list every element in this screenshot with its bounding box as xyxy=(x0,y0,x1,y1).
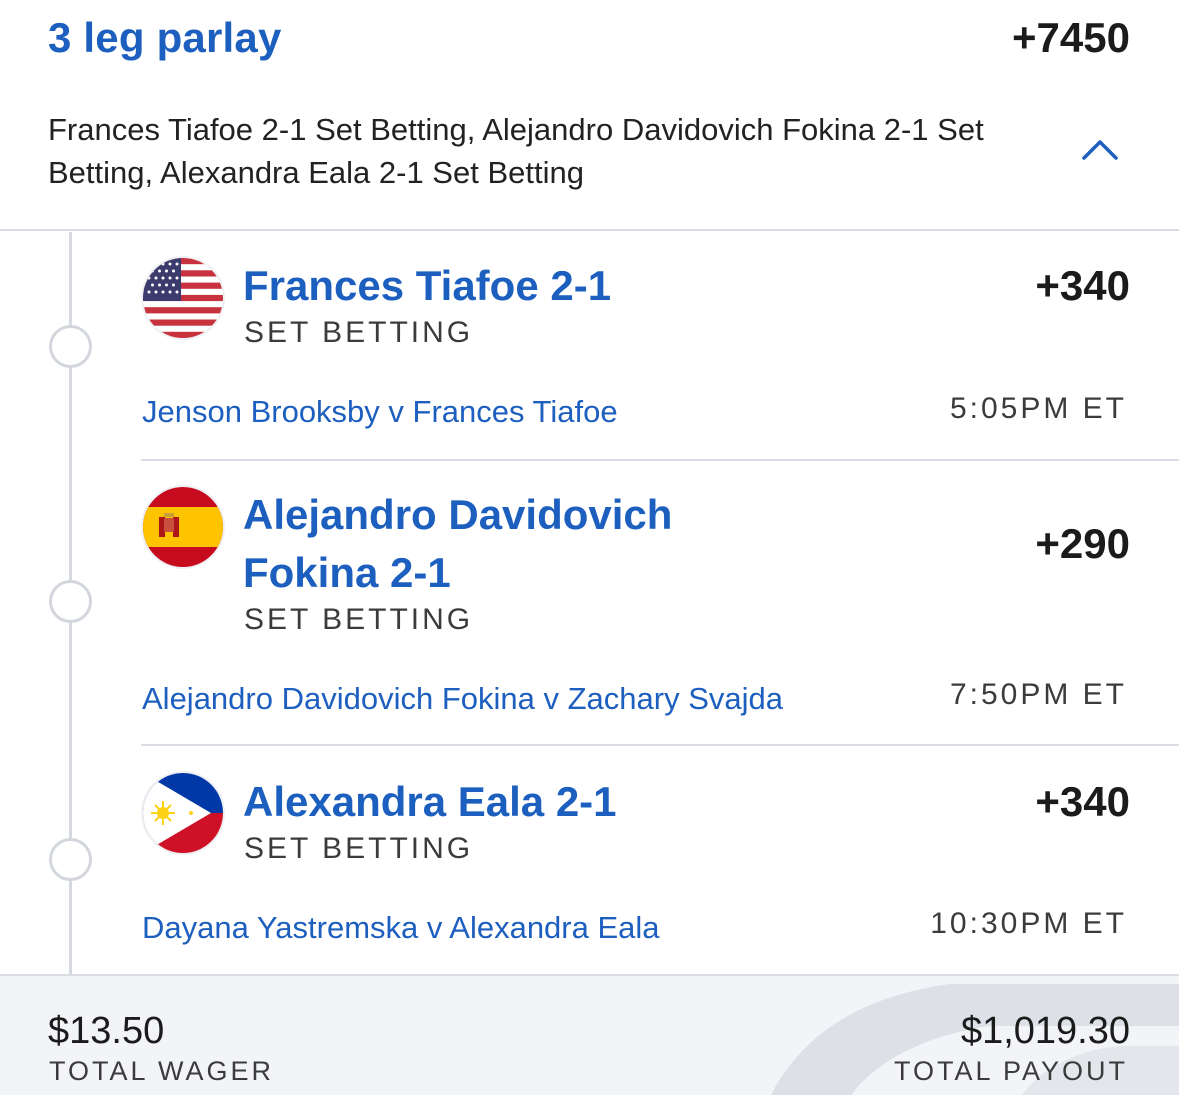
leg-selection-name: Alejandro Davidovich xyxy=(243,491,673,538)
total-wager-label: TOTAL WAGER xyxy=(49,1056,275,1086)
parlay-total-odds: +7450 xyxy=(1012,14,1130,61)
header-divider xyxy=(0,229,1179,231)
leg-divider xyxy=(141,744,1179,746)
parlay-summary: Frances Tiafoe 2-1 Set Betting, Alejandr… xyxy=(48,112,984,190)
leg-divider xyxy=(141,459,1179,461)
timeline-node xyxy=(49,580,92,623)
leg-market-type: SET BETTING xyxy=(244,316,474,349)
chevron-up-icon[interactable] xyxy=(1080,136,1120,162)
parlay-title: 3 leg parlay xyxy=(48,14,282,61)
leg-market-type: SET BETTING xyxy=(244,832,474,865)
bet-totals-footer: $13.50 TOTAL WAGER $1,019.30 TOTAL PAYOU… xyxy=(0,974,1179,1095)
leg-start-time: 10:30PM ET xyxy=(930,907,1127,940)
leg-odds: +340 xyxy=(1035,778,1130,825)
leg-odds: +340 xyxy=(1035,262,1130,309)
spain-flag-icon xyxy=(143,487,223,567)
leg-odds: +290 xyxy=(1035,520,1130,567)
leg-event-link[interactable]: Alejandro Davidovich Fokina v Zachary Sv… xyxy=(142,681,783,717)
total-payout-amount: $1,019.30 xyxy=(960,1010,1130,1052)
leg-start-time: 5:05PM ET xyxy=(949,392,1127,425)
leg-event-link[interactable]: Jenson Brooksby v Frances Tiafoe xyxy=(142,394,618,430)
leg-market-type: SET BETTING xyxy=(244,603,474,636)
leg-selection-name: Alexandra Eala 2-1 xyxy=(243,778,617,825)
timeline-node xyxy=(49,325,92,368)
total-wager-amount: $13.50 xyxy=(48,1010,165,1052)
leg-event-link[interactable]: Dayana Yastremska v Alexandra Eala xyxy=(142,910,660,946)
parlay-header[interactable]: 3 leg parlay +7450 Frances Tiafoe 2-1 Se… xyxy=(0,0,1179,232)
leg-start-time: 7:50PM ET xyxy=(949,678,1127,711)
usa-flag-icon xyxy=(143,258,223,338)
timeline-node xyxy=(49,838,92,881)
philippines-flag-icon xyxy=(143,773,223,853)
leg-selection-name-continued: Fokina 2-1 xyxy=(243,549,451,596)
leg-selection-name: Frances Tiafoe 2-1 xyxy=(243,262,612,309)
total-payout-label: TOTAL PAYOUT xyxy=(893,1056,1128,1086)
